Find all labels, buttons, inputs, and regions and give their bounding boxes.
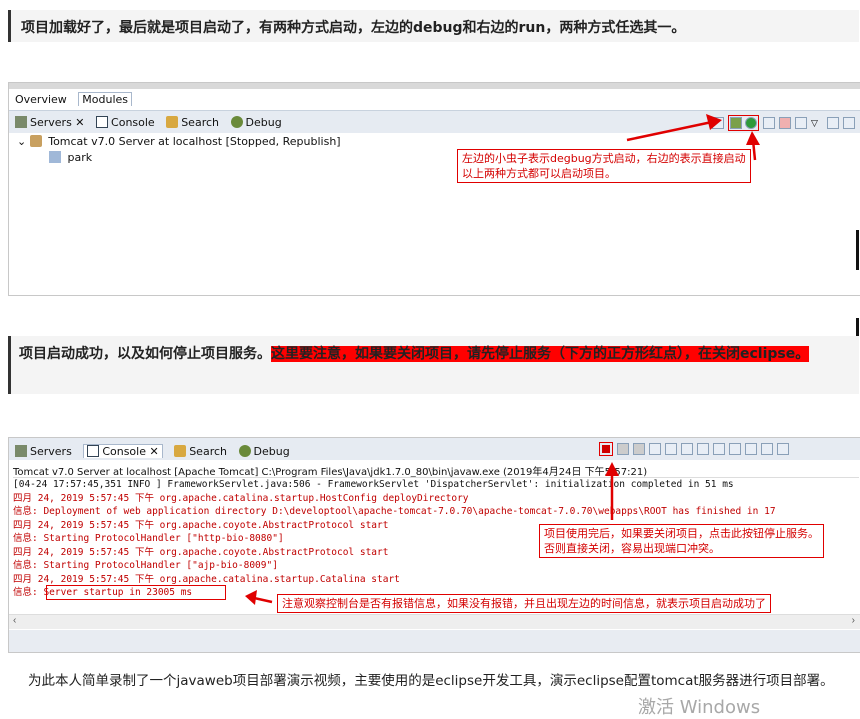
- maximize-icon[interactable]: [843, 117, 855, 129]
- startup-highlight-box: [46, 585, 226, 600]
- stop-icon[interactable]: [779, 117, 791, 129]
- show-stdout-icon[interactable]: [697, 443, 709, 455]
- callout-stop-button: 项目使用完后，如果要关闭项目，点击此按钮停止服务。 否则直接关闭，容易出现端口冲…: [539, 524, 824, 558]
- search-icon: [166, 116, 179, 128]
- search-icon: [174, 445, 187, 457]
- clear-console-icon[interactable]: [649, 443, 661, 455]
- pin-console-icon[interactable]: [729, 443, 741, 455]
- console-title: Tomcat v7.0 Server at localhost [Apache …: [13, 467, 648, 478]
- horizontal-scrollbar[interactable]: ‹ ›: [9, 614, 860, 629]
- tab-debug[interactable]: Debug: [230, 116, 282, 129]
- tab-search[interactable]: Search: [166, 116, 219, 129]
- debug-icon: [238, 445, 251, 457]
- log-line: [04-24 17:57:45,351 INFO ] FrameworkServ…: [13, 479, 734, 490]
- word-wrap-icon[interactable]: [681, 443, 693, 455]
- tab-console-2[interactable]: Console ✕: [83, 444, 163, 458]
- log-line: 信息: Deployment of web application direct…: [13, 506, 776, 517]
- terminate-button[interactable]: [599, 442, 613, 456]
- tab-modules[interactable]: Modules: [78, 92, 133, 106]
- scroll-lock-icon[interactable]: [665, 443, 677, 455]
- console-toolbar: [599, 442, 789, 456]
- servers-screenshot: Overview Modules Servers ✕ Console Searc…: [8, 82, 860, 296]
- remove-all-icon[interactable]: [633, 443, 645, 455]
- module-tree-item[interactable]: park: [49, 151, 92, 164]
- mid-text: 项目启动成功，以及如何停止项目服务。这里要注意，如果要关闭项目，请先停止服务（下…: [19, 343, 849, 365]
- server-label: Tomcat v7.0 Server at localhost [Stopped…: [48, 135, 341, 148]
- start-buttons-group: [728, 115, 759, 131]
- view-menu-icon[interactable]: ▽: [811, 117, 823, 129]
- debug-icon: [230, 116, 243, 128]
- top-strip: [9, 83, 860, 89]
- display-console-icon[interactable]: [745, 443, 757, 455]
- run-start-icon[interactable]: [745, 117, 757, 129]
- tab-console[interactable]: Console: [96, 116, 155, 129]
- server-tree-item[interactable]: ⌄ Tomcat v7.0 Server at localhost [Stopp…: [17, 135, 341, 148]
- project-icon: [49, 151, 61, 163]
- servers-icon: [15, 445, 27, 457]
- edge-bar: [856, 230, 859, 270]
- tab-search-2[interactable]: Search: [174, 445, 227, 458]
- scroll-left-icon[interactable]: ‹: [13, 615, 16, 626]
- callout-start-methods: 左边的小虫子表示degbug方式启动，右边的表示直接启动 以上两种方式都可以启动…: [457, 149, 751, 183]
- mid-quote: 项目启动成功，以及如何停止项目服务。这里要注意，如果要关闭项目，请先停止服务（下…: [8, 336, 859, 394]
- profile-icon[interactable]: [763, 117, 775, 129]
- tab-servers[interactable]: Servers ✕: [15, 116, 85, 129]
- callout-log-check: 注意观察控制台是否有报错信息，如果没有报错，并且出现左边的时间信息，就表示项目启…: [277, 594, 771, 613]
- minimize-icon[interactable]: [827, 117, 839, 129]
- servers-icon: [15, 116, 27, 128]
- remove-launch-icon[interactable]: [617, 443, 629, 455]
- stop-square-icon: [602, 445, 610, 453]
- log-line: 四月 24, 2019 5:57:45 下午 org.apache.catali…: [13, 573, 400, 585]
- intro-quote: 项目加载好了，最后就是项目启动了，有两种方式启动，左边的debug和右边的run…: [8, 10, 859, 42]
- intro-text: 项目加载好了，最后就是项目启动了，有两种方式启动，左边的debug和右边的run…: [21, 20, 686, 36]
- windows-watermark: 激活 Windows: [638, 697, 761, 718]
- scroll-right-icon[interactable]: ›: [852, 615, 855, 626]
- open-console-icon[interactable]: [761, 443, 773, 455]
- footer-paragraph: 为此本人简单录制了一个javaweb项目部署演示视频，主要使用的是eclipse…: [28, 673, 834, 689]
- tab-servers-2[interactable]: Servers: [15, 445, 72, 458]
- editor-tabs: Overview Modules: [15, 92, 140, 106]
- status-strip: [9, 630, 860, 652]
- publish-icon[interactable]: [795, 117, 807, 129]
- tab-debug-2[interactable]: Debug: [238, 445, 290, 458]
- mid-text-highlight: 这里要注意，如果要关闭项目，请先停止服务（下方的正方形红点），在关闭eclips…: [271, 346, 810, 362]
- minimize-icon[interactable]: [777, 443, 789, 455]
- view-tabs: Servers ✕ Console Search Debug: [15, 116, 290, 129]
- debug-start-icon[interactable]: [730, 117, 742, 129]
- expand-chevron-icon[interactable]: ⌄: [17, 135, 26, 148]
- console-icon: [96, 116, 109, 128]
- show-stderr-icon[interactable]: [713, 443, 725, 455]
- log-line: 四月 24, 2019 5:57:45 下午 org.apache.catali…: [13, 492, 469, 504]
- tomcat-icon: [29, 135, 42, 147]
- console-icon: [87, 445, 100, 457]
- console-screenshot: Servers Console ✕ Search Debug Tomcat v7…: [8, 437, 860, 653]
- log-line: 信息: Starting ProtocolHandler ["ajp-bio-8…: [13, 560, 278, 571]
- module-label: park: [67, 151, 93, 164]
- tab-overview[interactable]: Overview: [15, 93, 67, 106]
- servers-toolbar: ▽: [712, 115, 855, 131]
- collapse-icon[interactable]: [712, 117, 724, 129]
- console-view-tabs: Servers Console ✕ Search Debug: [15, 444, 298, 458]
- mid-text-normal: 项目启动成功，以及如何停止项目服务。: [19, 346, 271, 362]
